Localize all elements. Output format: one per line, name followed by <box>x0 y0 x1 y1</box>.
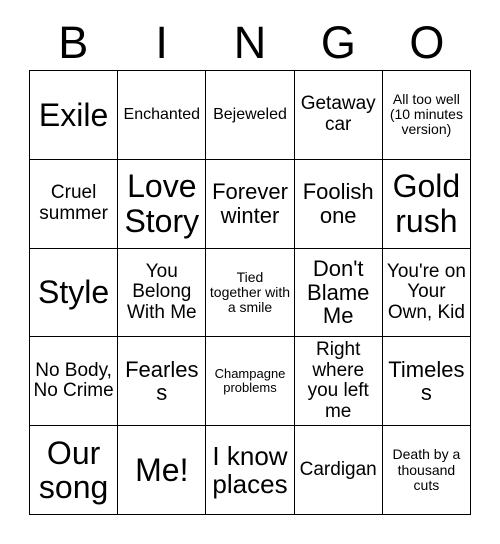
bingo-cell[interactable]: Forever winter <box>206 159 295 249</box>
bingo-cell-label: Foolish one <box>302 178 374 228</box>
bingo-cell-label: Timeless <box>388 356 465 406</box>
bingo-cell-label: Our song <box>38 434 109 506</box>
bingo-grid: Exile Enchanted Bejeweled Getaway car All to… <box>29 70 471 515</box>
bingo-cell-label: Don't Blame Me <box>307 255 370 329</box>
bingo-card: B I N G O Exile Enchanted Bejeweled Getaway… <box>0 0 500 544</box>
bingo-cell[interactable]: Our song <box>30 426 119 515</box>
bingo-cell-label: Forever winter <box>212 178 288 228</box>
bingo-cell[interactable]: Style <box>30 248 119 338</box>
bingo-cell-label: Me! <box>135 451 189 488</box>
bingo-cell-label: Cardigan <box>299 458 377 480</box>
bingo-cell-label: Gold rush <box>392 168 461 239</box>
bingo-cell-label: No Body, No Crime <box>33 359 114 402</box>
bingo-cell-label: You Belong With Me <box>126 260 197 323</box>
bingo-cell[interactable]: You Belong With Me <box>118 248 207 338</box>
bingo-cell[interactable]: Foolish one <box>294 159 383 249</box>
bingo-cell[interactable]: All too well (10 minutes version) <box>382 71 471 160</box>
bingo-cell[interactable]: Gold rush <box>382 159 471 249</box>
header-letter-n: N <box>233 16 267 68</box>
bingo-cell-label: Tied together with a smile <box>209 268 291 316</box>
bingo-cell[interactable]: Cruel summer <box>30 159 119 249</box>
header-letter-b: B <box>58 16 89 68</box>
bingo-cell[interactable]: Bejeweled <box>206 71 295 160</box>
bingo-cell-label: All too well (10 minutes version) <box>389 91 463 138</box>
bingo-cell-label: Fearless <box>125 356 199 406</box>
bingo-cell[interactable]: Tied together with a smile <box>206 248 295 338</box>
bingo-cell-label: Champagne problems <box>214 366 286 396</box>
bingo-cell[interactable]: Champagne problems <box>206 337 295 427</box>
bingo-cell[interactable]: Love Story <box>118 159 207 249</box>
bingo-cell[interactable]: Me! <box>118 426 207 515</box>
bingo-cell[interactable]: Enchanted <box>118 71 207 160</box>
bingo-cell[interactable]: Getaway car <box>294 71 383 160</box>
bingo-cell-label: You're on Your Own, Kid <box>386 260 466 323</box>
bingo-cell-label: Getaway car <box>300 93 376 135</box>
bingo-cell-label: Bejeweled <box>213 106 287 124</box>
bingo-cell[interactable]: Don't Blame Me <box>294 248 383 338</box>
bingo-cell[interactable]: You're on Your Own, Kid <box>382 248 471 338</box>
header-letter-g: G <box>320 16 356 68</box>
bingo-cell[interactable]: Exile <box>30 71 119 160</box>
bingo-cell[interactable]: Fearless <box>118 337 207 427</box>
bingo-cell-label: I know places <box>212 441 288 500</box>
bingo-header: B I N G O <box>29 14 471 70</box>
bingo-cell[interactable]: No Body, No Crime <box>30 337 119 427</box>
bingo-cell-label: Enchanted <box>123 106 201 124</box>
header-letter-o: O <box>409 16 445 68</box>
header-letter-i: I <box>155 16 168 68</box>
bingo-cell-label: Right where you left me <box>307 339 369 422</box>
bingo-cell[interactable]: Right where you left me <box>294 337 383 427</box>
bingo-cell[interactable]: Cardigan <box>294 426 383 515</box>
bingo-cell-label: Exile <box>38 96 109 133</box>
bingo-cell[interactable]: I know places <box>206 426 295 515</box>
bingo-cell[interactable]: Timeless <box>382 337 471 427</box>
bingo-cell-label: Style <box>38 274 110 311</box>
bingo-cell-label: Love Story <box>124 168 200 239</box>
bingo-cell-label: Death by a thousand cuts <box>392 446 461 493</box>
bingo-cell-label: Cruel summer <box>39 182 108 224</box>
bingo-cell[interactable]: Death by a thousand cuts <box>382 426 471 515</box>
